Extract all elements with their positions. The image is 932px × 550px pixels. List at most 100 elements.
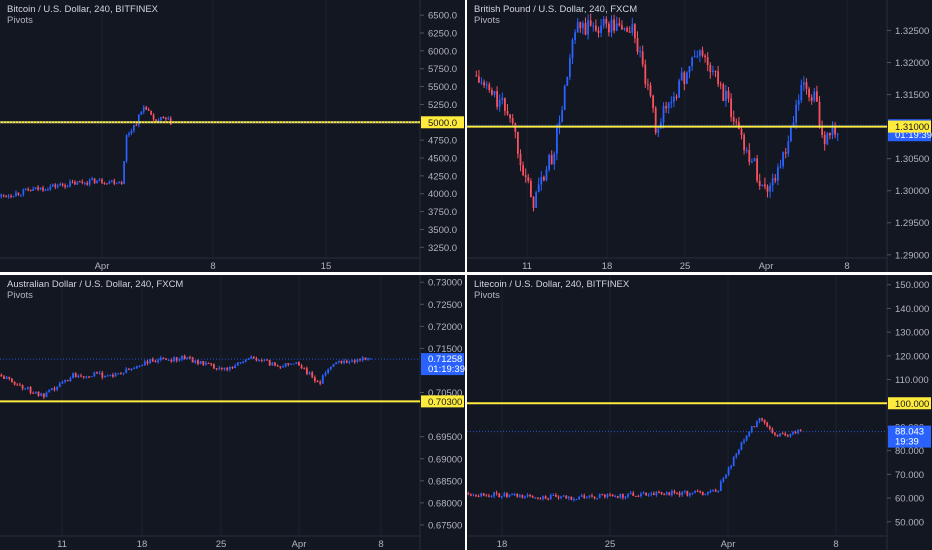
y-tick-label: 1.30000 xyxy=(895,186,929,197)
candle-body xyxy=(594,25,597,31)
indicator-label: Pivots xyxy=(7,15,33,26)
y-tick-label: 0.68000 xyxy=(428,498,462,509)
candle-body xyxy=(228,366,231,370)
candle-body xyxy=(506,110,509,115)
candle-body xyxy=(472,495,475,497)
chart-panel-audusd[interactable]: 0.73000 0.72500 0.72000 0.71500 0.71258 01:19… xyxy=(0,275,465,550)
candle-body xyxy=(792,432,794,435)
candle-body xyxy=(640,493,642,496)
candle-body xyxy=(534,497,537,499)
candle-body xyxy=(756,158,759,181)
bitcoin-chart-canvas[interactable]: 6500.0 6250.0 6000.0 5750.0 5500.0 5250.0 5000… xyxy=(0,0,465,272)
candle-body xyxy=(603,494,606,498)
candle-body xyxy=(610,19,613,33)
candle-body xyxy=(308,372,311,374)
candle-body xyxy=(662,106,665,123)
candle-body xyxy=(117,373,120,375)
candle-body xyxy=(64,380,67,382)
candle-body xyxy=(3,376,5,379)
candle-body xyxy=(761,184,764,187)
candle-body xyxy=(748,431,751,436)
candle-body xyxy=(699,491,702,493)
candle-body xyxy=(202,361,205,365)
candle-body xyxy=(665,106,668,109)
candle-body xyxy=(91,178,94,180)
candle-body xyxy=(22,189,25,195)
candle-body xyxy=(108,181,111,184)
candle-body xyxy=(735,453,738,457)
candle-body xyxy=(56,185,59,188)
candle-body xyxy=(549,495,552,500)
candle-body xyxy=(303,368,306,370)
candle-body xyxy=(691,492,694,494)
candle-body xyxy=(115,183,118,185)
chart-title: British Pound / U.S. Dollar, 240, FXCM xyxy=(474,4,638,15)
candle-body xyxy=(311,372,314,378)
candle-body xyxy=(712,489,714,491)
candle-body xyxy=(719,481,722,492)
candle-body xyxy=(815,91,818,102)
candle-body xyxy=(676,492,678,494)
candle-body xyxy=(659,122,662,129)
candle-body xyxy=(607,23,610,33)
x-tick-label: 8 xyxy=(833,539,838,550)
x-tick-label: 18 xyxy=(137,539,148,550)
candle-body xyxy=(771,178,774,186)
litecoin-chart-canvas[interactable]: 150.000 140.000 130.000 120.000 110.000 100.0… xyxy=(467,275,932,550)
chart-panel-bitcoin[interactable]: 6500.0 6250.0 6000.0 5750.0 5500.0 5250.0 5000… xyxy=(0,0,465,272)
indicator-label: Pivots xyxy=(474,15,500,26)
candle-body xyxy=(636,38,639,52)
candle-body xyxy=(106,183,108,185)
candle-body xyxy=(511,494,513,496)
candle-body xyxy=(0,194,3,197)
x-tick-label: 18 xyxy=(497,539,508,550)
chart-panel-litecoin[interactable]: 150.000 140.000 130.000 120.000 110.000 100.0… xyxy=(467,275,932,550)
y-tick-label: 0.73000 xyxy=(428,278,462,289)
candle-body xyxy=(15,192,17,197)
candle-body xyxy=(106,375,109,377)
candle-body xyxy=(576,22,579,33)
candle-body xyxy=(297,362,300,366)
candle-body xyxy=(93,178,96,184)
candle-body xyxy=(745,150,748,152)
x-tick-label: 8 xyxy=(378,539,383,550)
candle-body xyxy=(529,180,532,198)
candle-body xyxy=(678,80,681,98)
candle-body xyxy=(600,25,603,33)
candle-body xyxy=(529,494,532,497)
candle-body xyxy=(828,132,831,136)
candle-body xyxy=(48,390,51,393)
candle-body xyxy=(795,104,798,123)
chart-background xyxy=(467,0,932,272)
candle-body xyxy=(244,359,247,362)
candle-body xyxy=(779,433,781,437)
y-tick-label: 1.30500 xyxy=(895,154,929,165)
candle-body xyxy=(589,20,592,26)
candle-body xyxy=(32,188,35,191)
candle-body xyxy=(578,496,580,500)
candle-body xyxy=(150,110,152,115)
candle-body xyxy=(85,376,88,378)
y-tick-label: 0.67500 xyxy=(428,520,462,531)
audusd-chart-canvas[interactable]: 0.730000.725000.720000.715000.7125801:19… xyxy=(0,275,465,550)
candle-body xyxy=(821,126,824,135)
candle-body xyxy=(511,118,514,124)
y-tick-label: 150.000 xyxy=(895,280,929,291)
gbpusd-chart-canvas[interactable]: 1.325001.320001.315001.3102101:19:391.31… xyxy=(467,0,932,272)
candle-body xyxy=(369,358,372,360)
candle-body xyxy=(672,96,675,102)
candle-body xyxy=(498,493,501,498)
y-tick-label: 1.29500 xyxy=(895,218,929,229)
x-tick-label: 8 xyxy=(210,261,215,272)
candle-body xyxy=(34,391,37,394)
candle-body xyxy=(826,132,829,145)
candle-body xyxy=(104,375,106,378)
candle-body xyxy=(652,493,655,496)
candle-body xyxy=(571,39,574,59)
candle-body xyxy=(701,492,704,496)
candle-body xyxy=(750,161,753,163)
chart-panel-gbpusd[interactable]: 1.325001.320001.315001.3102101:19:391.31… xyxy=(467,0,932,272)
candle-body xyxy=(598,494,601,499)
y-tick-label: 4000.0 xyxy=(428,189,457,200)
candle-body xyxy=(756,421,758,427)
